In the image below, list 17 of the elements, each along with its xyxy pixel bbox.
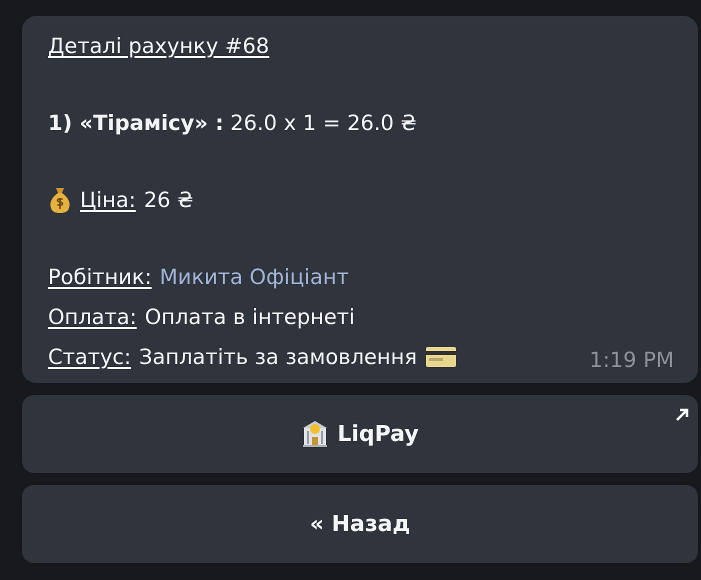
field-value: Заплатіть за замовлення (139, 344, 417, 371)
credit-card-icon (425, 345, 457, 369)
message-time: 1:19 PM (589, 347, 674, 374)
invoice-title: Деталі рахунку #68 (48, 33, 270, 60)
external-link-icon (674, 407, 690, 423)
price-value: 26 ₴ (144, 187, 194, 214)
bank-icon (301, 420, 330, 448)
price-label: Ціна: (80, 187, 136, 214)
field-label: Оплата: (48, 304, 137, 331)
order-item: 1) «Тірамісу» : 26.0 x 1 = 26.0 ₴ (48, 110, 417, 137)
field-label: Робітник: (48, 264, 152, 291)
money-bag-icon (48, 186, 72, 214)
field-value: Оплата в інтернеті (144, 304, 355, 331)
link-button[interactable]: LiqPay (22, 395, 698, 473)
back-button[interactable]: « Назад (22, 485, 698, 563)
user-link[interactable]: Микита Офіціант (160, 257, 349, 297)
field-label: Статус: (48, 344, 132, 371)
